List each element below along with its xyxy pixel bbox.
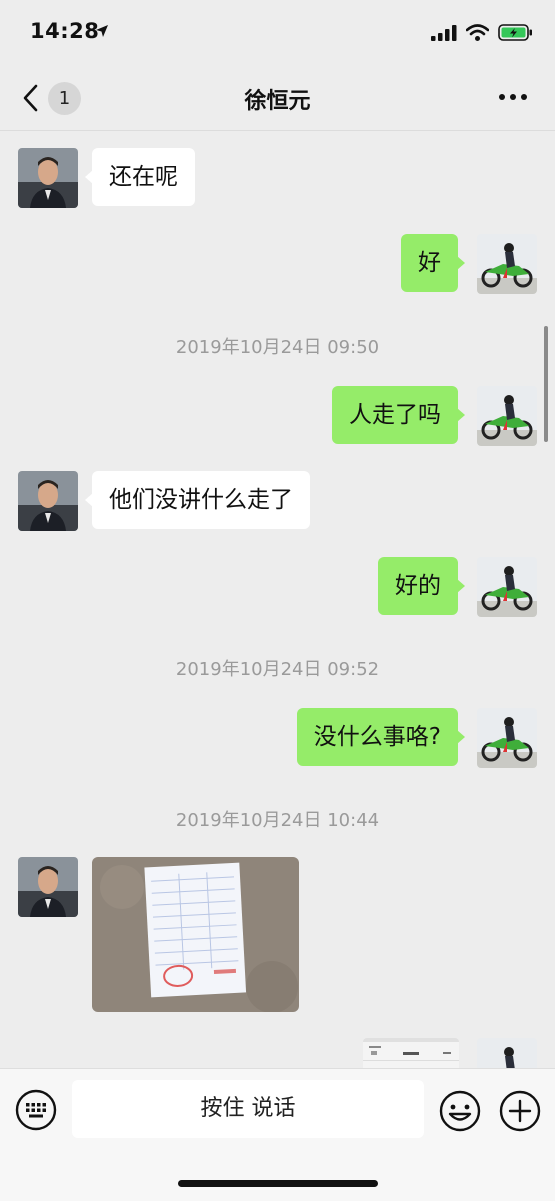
my-avatar[interactable] <box>477 557 537 617</box>
status-bar: 14:28 <box>0 0 555 66</box>
signal-icon <box>431 24 457 41</box>
more-icon[interactable] <box>499 94 529 102</box>
receipt-photo-message[interactable] <box>92 857 299 1012</box>
message-bubble-incoming[interactable]: 还在呢 <box>85 148 195 206</box>
message-timestamp: 2019年10月24日 09:50 <box>175 337 380 358</box>
my-avatar[interactable] <box>477 1038 537 1068</box>
contact-avatar[interactable] <box>18 471 78 531</box>
screenshot-image-message[interactable] <box>363 1038 459 1068</box>
emoji-icon[interactable] <box>438 1089 482 1133</box>
hold-to-talk-button[interactable]: 按住 说话 <box>72 1080 424 1138</box>
wifi-icon <box>466 24 489 41</box>
my-avatar[interactable] <box>477 708 537 768</box>
status-icons <box>431 24 533 41</box>
keyboard-icon[interactable] <box>15 1089 57 1131</box>
scroll-indicator[interactable] <box>544 326 548 442</box>
message-bubble-outgoing[interactable]: 好的 <box>378 557 465 615</box>
message-bubble-outgoing[interactable]: 好 <box>401 234 465 292</box>
my-avatar[interactable] <box>477 386 537 446</box>
battery-icon <box>498 24 532 41</box>
message-bubble-outgoing[interactable]: 没什么事咯? <box>296 708 466 766</box>
message-bubble-outgoing[interactable]: 人走了吗 <box>332 386 465 444</box>
plus-icon[interactable] <box>498 1089 542 1133</box>
message-bubble-incoming[interactable]: 他们没讲什么走了 <box>85 471 310 529</box>
message-timestamp: 2019年10月24日 10:44 <box>175 810 380 831</box>
location-arrow-icon <box>96 25 108 37</box>
home-indicator[interactable] <box>178 1180 378 1187</box>
status-time: 14:28 <box>30 19 100 43</box>
chat-header: 1 徐恒元 <box>0 66 555 131</box>
contact-avatar[interactable] <box>18 148 78 208</box>
my-avatar[interactable] <box>477 234 537 294</box>
contact-avatar[interactable] <box>18 857 78 917</box>
message-timestamp: 2019年10月24日 09:52 <box>175 659 380 680</box>
chat-title: 徐恒元 <box>244 89 311 114</box>
